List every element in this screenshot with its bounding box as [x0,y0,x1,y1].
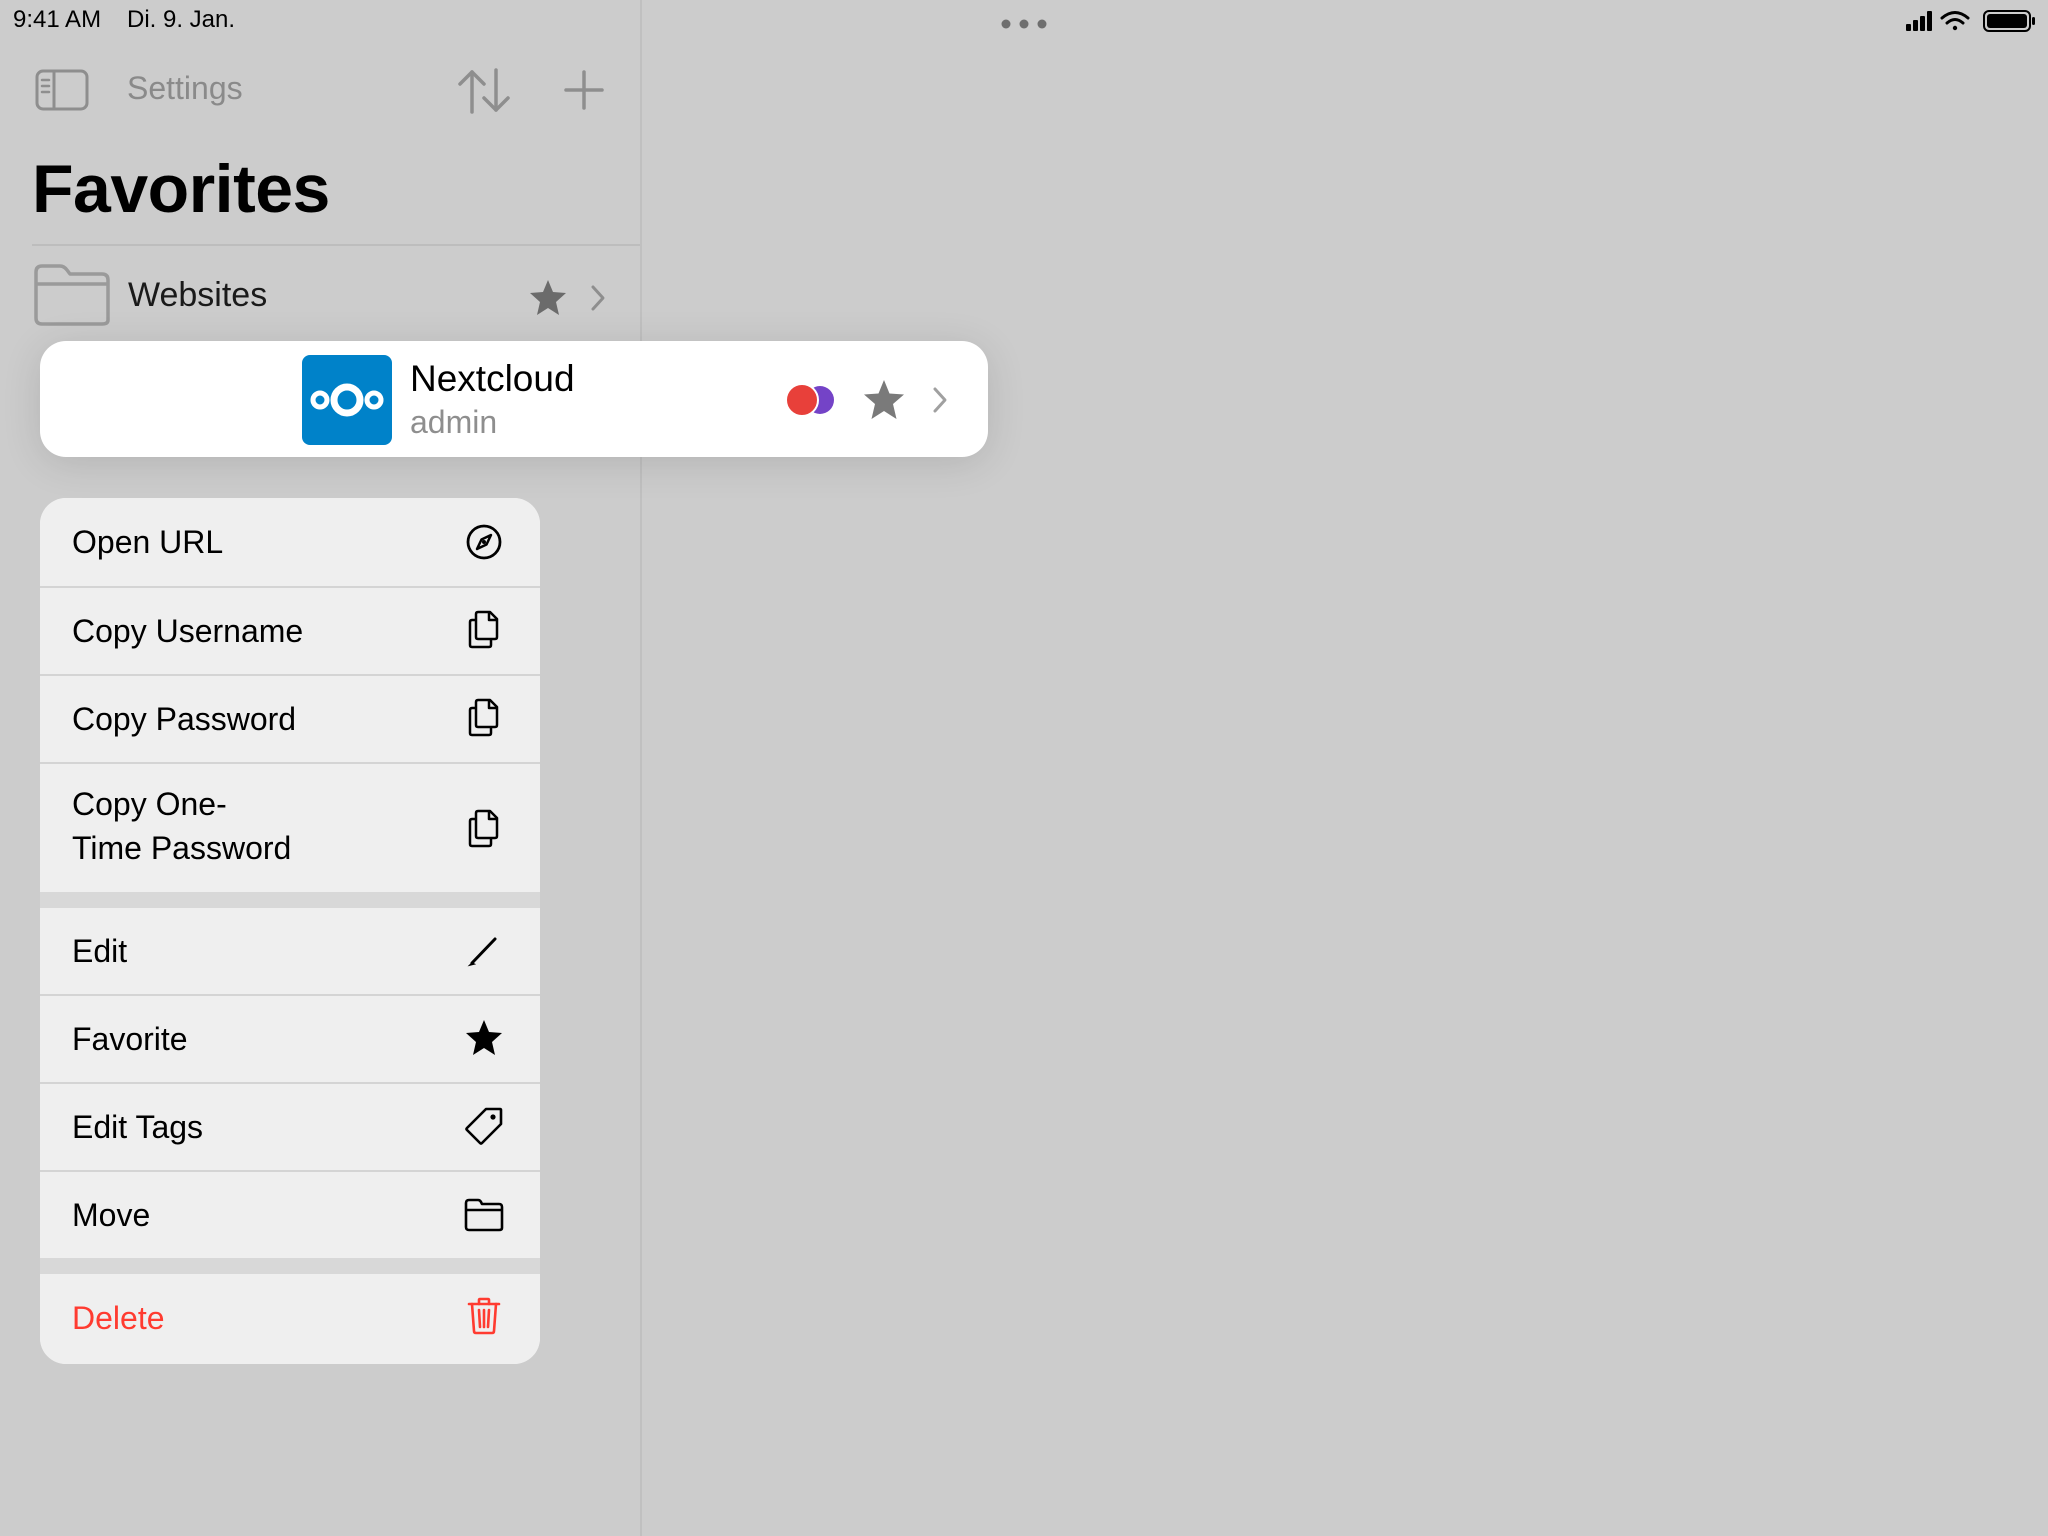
menu-item-label: Delete [72,1300,165,1336]
menu-item-label-line2: Time Password [72,830,292,866]
tag-color-dots [785,383,834,417]
nextcloud-logo-icon [302,355,392,445]
chevron-right-icon [591,285,605,311]
compass-icon [466,524,502,560]
menu-item-label: Move [72,1197,151,1233]
multitasking-dots-icon[interactable] [1000,14,1048,34]
menu-item-label: Open URL [72,524,224,560]
menu-item-copy-one-time-password[interactable]: Copy One- Time Password [40,764,540,892]
context-menu: Open URL Copy Username Copy Password Cop… [40,498,540,1364]
star-icon [864,380,904,419]
menu-item-delete[interactable]: Delete [40,1274,540,1364]
pencil-icon [467,937,497,967]
wifi-icon [1940,11,1970,31]
menu-item-label: Copy Username [72,613,304,649]
menu-item-move[interactable]: Move [40,1172,540,1258]
menu-item-edit[interactable]: Edit [40,908,540,994]
folder-icon [464,1198,504,1232]
menu-item-edit-tags[interactable]: Edit Tags [40,1084,540,1170]
status-time: 9:41 AM [13,6,102,33]
copy-icon [468,610,499,649]
tag-icon [465,1107,503,1145]
sort-icon[interactable] [456,66,512,116]
split-view-divider[interactable] [640,0,642,1536]
folder-icon [34,264,110,326]
entry-subtitle: admin [410,404,498,440]
menu-item-label-line1: Copy One- [72,786,227,822]
menu-item-label: Edit [72,933,128,969]
copy-icon [468,698,499,737]
menu-item-favorite[interactable]: Favorite [40,996,540,1082]
entry-title: Nextcloud [410,358,575,399]
star-fill-icon [466,1020,502,1055]
status-indicators [1906,10,2035,32]
battery-icon [1983,10,2035,32]
folder-label: Websites [128,276,268,314]
menu-item-open-url[interactable]: Open URL [40,498,540,586]
title-divider [32,244,640,246]
menu-item-label: Edit Tags [72,1109,204,1145]
status-date: Di. 9. Jan. [127,6,236,33]
add-icon[interactable] [562,68,606,112]
menu-item-copy-username[interactable]: Copy Username [40,588,540,674]
sidebar-toggle-icon[interactable] [34,68,90,112]
menu-item-label: Favorite [72,1021,188,1057]
signal-icon [1906,11,1932,31]
copy-icon [468,809,499,848]
menu-item-copy-password[interactable]: Copy Password [40,676,540,762]
menu-item-label: Copy Password [72,701,297,737]
page-title: Favorites [32,151,330,227]
chevron-right-icon [933,387,947,413]
star-icon [530,280,566,315]
settings-link[interactable]: Settings [127,70,243,107]
trash-icon [467,1297,501,1335]
